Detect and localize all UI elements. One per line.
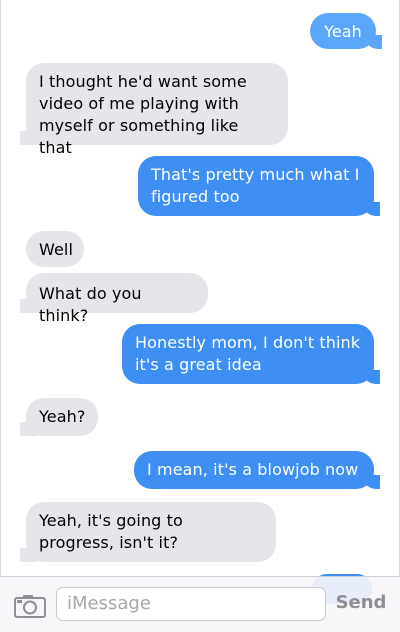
- message-composer-bar: iMessage Send: [0, 576, 400, 632]
- message-text: Well: [39, 240, 74, 259]
- message-text: Yeah: [324, 22, 362, 41]
- camera-icon-graphic: [14, 595, 46, 618]
- send-button[interactable]: Send: [332, 592, 390, 614]
- message-text: Yeah, it's going to progress, isn't it?: [39, 511, 183, 552]
- message-text: What do you think?: [39, 284, 142, 325]
- outgoing-message-bubble[interactable]: That's pretty much what I figured too: [138, 156, 380, 216]
- left-edge-divider: [0, 0, 1, 632]
- camera-icon[interactable]: [14, 594, 46, 618]
- incoming-message-bubble[interactable]: What do you think?: [20, 273, 208, 325]
- message-text: Yeah?: [39, 407, 86, 426]
- incoming-message-bubble[interactable]: Well: [26, 231, 84, 267]
- message-input[interactable]: iMessage: [56, 587, 326, 621]
- message-input-placeholder: iMessage: [67, 593, 151, 614]
- message-text: Honestly mom, I don't think it's a great…: [135, 333, 361, 374]
- message-text: I mean, it's a blowjob now: [147, 460, 359, 479]
- incoming-message-bubble[interactable]: Yeah?: [20, 398, 98, 436]
- incoming-message-bubble[interactable]: Yeah, it's going to progress, isn't it?: [20, 502, 276, 562]
- message-text: That's pretty much what I figured too: [151, 165, 360, 206]
- outgoing-message-bubble[interactable]: I mean, it's a blowjob now: [134, 451, 380, 489]
- incoming-message-bubble[interactable]: I thought he'd want some video of me pla…: [20, 63, 288, 157]
- outgoing-message-bubble[interactable]: Yeah: [310, 13, 382, 49]
- message-text: I thought he'd want some video of me pla…: [39, 72, 247, 157]
- outgoing-message-bubble[interactable]: Honestly mom, I don't think it's a great…: [122, 324, 380, 384]
- messages-screen: Yeah I thought he'd want some video of m…: [0, 0, 400, 632]
